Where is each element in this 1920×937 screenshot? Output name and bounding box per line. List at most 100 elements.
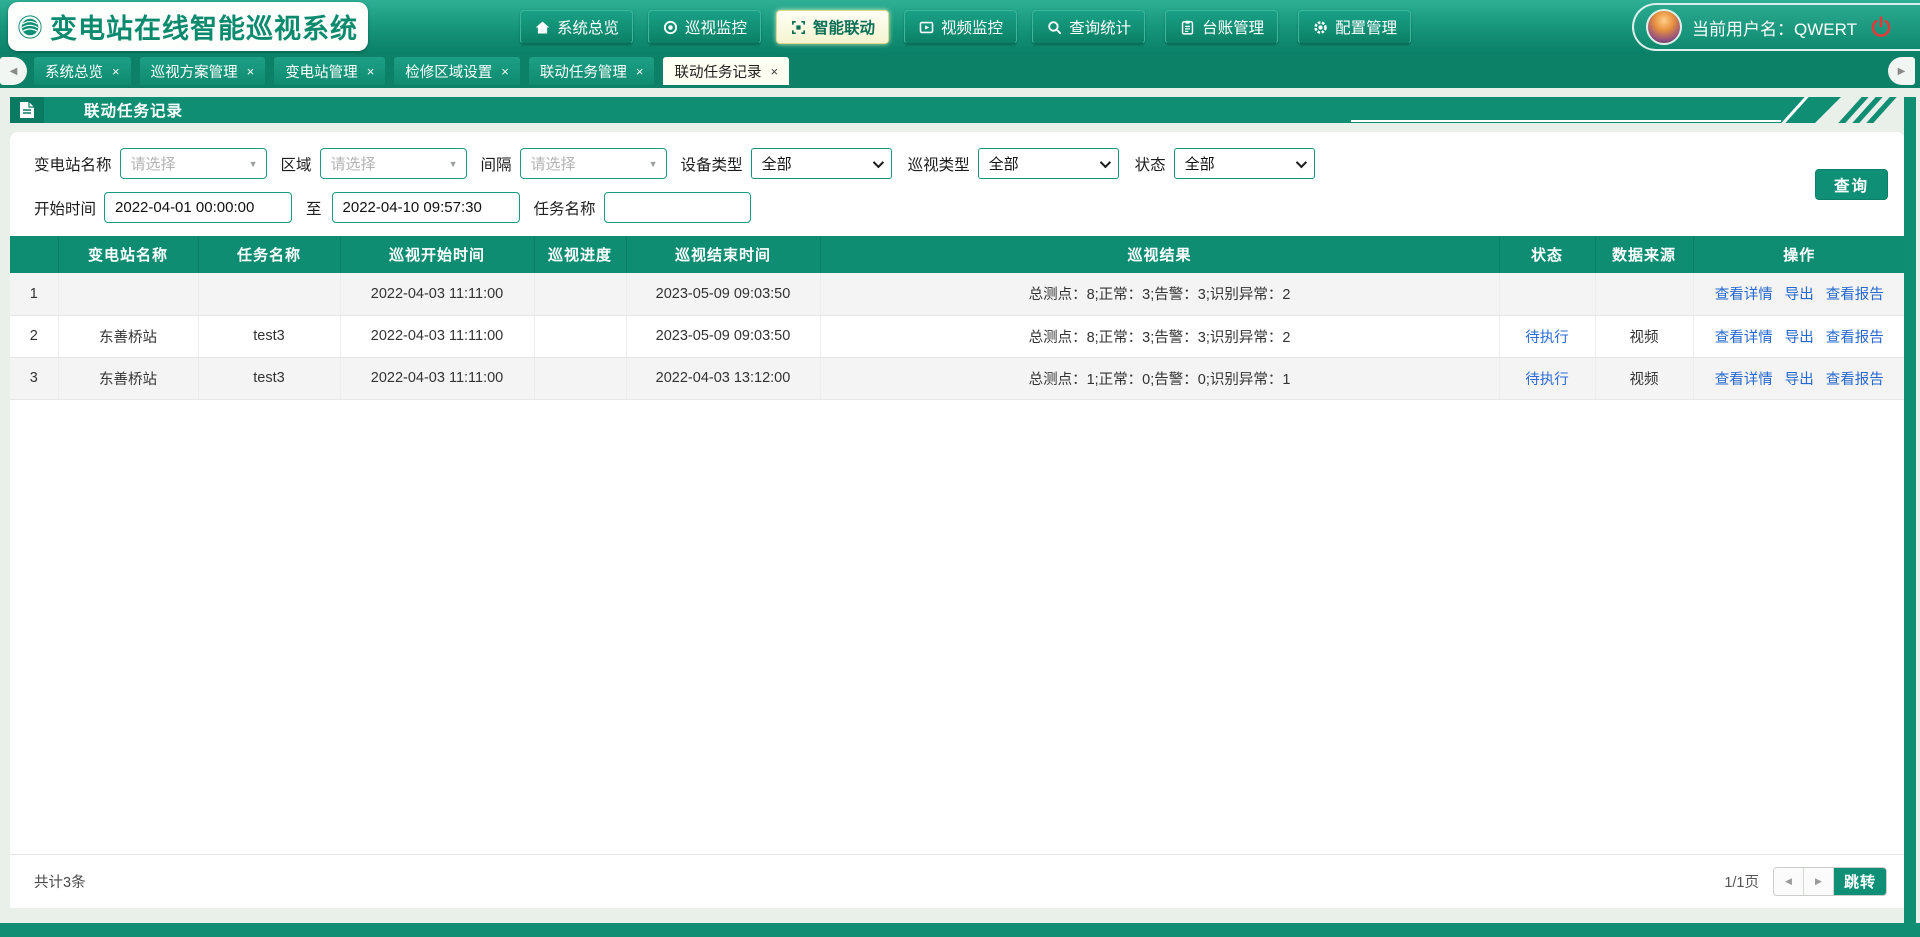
view-detail-link[interactable]: 查看详情 [1715, 372, 1773, 388]
gear-icon [1312, 19, 1329, 36]
tab-close-icon[interactable]: × [247, 65, 255, 78]
nav-system-overview[interactable]: 系统总览 [520, 10, 633, 44]
tab-bar: ◀ 系统总览× 巡视方案管理× 变电站管理× 检修区域设置× 联动任务管理× 联… [0, 54, 1920, 88]
result-cell: 总测点：8;正常：3;告警：3;识别异常：2 [820, 273, 1499, 315]
home-icon [534, 19, 551, 36]
patrol-type-select[interactable]: 全部 [978, 148, 1119, 179]
table-row: 3 东善桥站 test3 2022-04-03 11:11:00 2022-04… [10, 357, 1905, 399]
tab-system-overview[interactable]: 系统总览× [34, 57, 131, 85]
status-select[interactable]: 全部 [1174, 148, 1315, 179]
result-cell: 总测点：1;正常：0;告警：0;识别异常：1 [820, 357, 1499, 399]
tab-close-icon[interactable]: × [367, 65, 375, 78]
dropdown-arrow-icon: ▼ [249, 159, 258, 169]
result-cell: 总测点：8;正常：3;告警：3;识别异常：2 [820, 315, 1499, 357]
task-name-input[interactable] [604, 192, 751, 223]
scroll-right-icon: ▶ [1898, 66, 1906, 77]
nav-query-stats[interactable]: 查询统计 [1032, 10, 1145, 44]
scroll-left-icon: ◀ [10, 66, 18, 77]
video-icon [918, 19, 935, 36]
clipboard-icon [1179, 19, 1196, 36]
filter-form: 变电站名称 请选择 ▼ 区域 请选择 ▼ 间隔 请选择 ▼ 设备类型 全部 巡视… [10, 132, 1905, 223]
status-cell: 待执行 [1499, 315, 1595, 357]
nav-smart-linkage[interactable]: 智能联动 [776, 10, 889, 44]
tabs-scroll-left-button[interactable]: ◀ [0, 57, 27, 85]
view-detail-link[interactable]: 查看详情 [1715, 287, 1773, 303]
nav-ledger-mgmt[interactable]: 台账管理 [1165, 10, 1278, 44]
row-index: 3 [10, 357, 58, 399]
progress-cell [534, 273, 626, 315]
search-button[interactable]: 查询 [1815, 169, 1888, 200]
end-time-input[interactable] [332, 192, 520, 223]
next-page-button[interactable]: ▶ [1804, 868, 1834, 895]
data-source-cell: 视频 [1595, 357, 1693, 399]
table-header: 变电站名称 任务名称 巡视开始时间 巡视进度 巡视结束时间 巡视结果 状态 数据… [10, 236, 1905, 273]
tab-close-icon[interactable]: × [501, 65, 509, 78]
task-name-label: 任务名称 [534, 197, 596, 219]
start-time-cell: 2022-04-03 11:11:00 [340, 315, 534, 357]
next-page-icon: ▶ [1815, 876, 1822, 887]
interval-label: 间隔 [481, 153, 512, 175]
interval-select[interactable]: 请选择 ▼ [520, 148, 667, 179]
view-report-link[interactable]: 查看报告 [1826, 287, 1884, 303]
tab-maintenance-area[interactable]: 检修区域设置× [394, 57, 520, 85]
end-time-cell: 2023-05-09 09:03:50 [626, 273, 820, 315]
task-record-table: 变电站名称 任务名称 巡视开始时间 巡视进度 巡视结束时间 巡视结果 状态 数据… [10, 236, 1905, 400]
nav-config-mgmt[interactable]: 配置管理 [1298, 10, 1411, 44]
eye-icon [662, 19, 679, 36]
start-time-cell: 2022-04-03 11:11:00 [340, 273, 534, 315]
tab-linkage-task-mgmt[interactable]: 联动任务管理× [529, 57, 655, 85]
progress-cell [534, 315, 626, 357]
tab-patrol-plan-mgmt[interactable]: 巡视方案管理× [140, 57, 266, 85]
select-chevron-icon [1295, 156, 1306, 167]
task-name-cell [198, 273, 340, 315]
jump-button[interactable]: 跳转 [1834, 868, 1886, 895]
station-cell: 东善桥站 [58, 357, 198, 399]
tabs-scroll-right-button[interactable]: ▶ [1888, 57, 1915, 85]
page-title-bar: 联动任务记录 [10, 97, 1893, 123]
linkage-frame-icon [790, 19, 807, 36]
tab-close-icon[interactable]: × [770, 65, 778, 78]
pagination: ◀ ▶ 跳转 [1773, 867, 1887, 896]
task-name-cell: test3 [198, 357, 340, 399]
search-icon [1046, 19, 1063, 36]
start-time-input[interactable] [104, 192, 292, 223]
prev-page-button[interactable]: ◀ [1774, 868, 1804, 895]
user-panel: 当前用户名：QWERT [1632, 3, 1920, 51]
nav-video-monitor[interactable]: 视频监控 [904, 10, 1017, 44]
tab-close-icon[interactable]: × [112, 65, 120, 78]
table-row: 2 东善桥站 test3 2022-04-03 11:11:00 2023-05… [10, 315, 1905, 357]
nav-patrol-monitor[interactable]: 巡视监控 [648, 10, 761, 44]
export-link[interactable]: 导出 [1785, 330, 1814, 346]
title-deco-line [1351, 120, 1781, 122]
data-source-cell: 视频 [1595, 315, 1693, 357]
data-source-cell [1595, 273, 1693, 315]
area-select[interactable]: 请选择 ▼ [320, 148, 467, 179]
to-label: 至 [306, 197, 322, 219]
page-title: 联动任务记录 [84, 99, 183, 121]
task-name-cell: test3 [198, 315, 340, 357]
view-detail-link[interactable]: 查看详情 [1715, 330, 1773, 346]
export-link[interactable]: 导出 [1785, 372, 1814, 388]
station-select[interactable]: 请选择 ▼ [120, 148, 267, 179]
start-time-cell: 2022-04-03 11:11:00 [340, 357, 534, 399]
tab-close-icon[interactable]: × [636, 65, 644, 78]
device-type-label: 设备类型 [681, 153, 743, 175]
station-cell [58, 273, 198, 315]
tab-linkage-task-record[interactable]: 联动任务记录× [663, 57, 789, 85]
view-report-link[interactable]: 查看报告 [1826, 330, 1884, 346]
logout-power-icon[interactable] [1869, 15, 1893, 39]
page-title-iconbox [10, 97, 44, 123]
document-icon [19, 101, 35, 119]
tab-substation-mgmt[interactable]: 变电站管理× [274, 57, 385, 85]
device-type-select[interactable]: 全部 [751, 148, 892, 179]
total-count: 共计3条 [34, 871, 86, 892]
view-report-link[interactable]: 查看报告 [1826, 372, 1884, 388]
logo-panel: 变电站在线智能巡视系统 [8, 2, 368, 51]
row-index: 2 [10, 315, 58, 357]
actions-cell: 查看详情 导出 查看报告 [1693, 357, 1905, 399]
title-deco-slant [1781, 97, 1808, 123]
dropdown-arrow-icon: ▼ [649, 159, 658, 169]
area-label: 区域 [281, 153, 312, 175]
station-label: 变电站名称 [34, 153, 112, 175]
export-link[interactable]: 导出 [1785, 287, 1814, 303]
